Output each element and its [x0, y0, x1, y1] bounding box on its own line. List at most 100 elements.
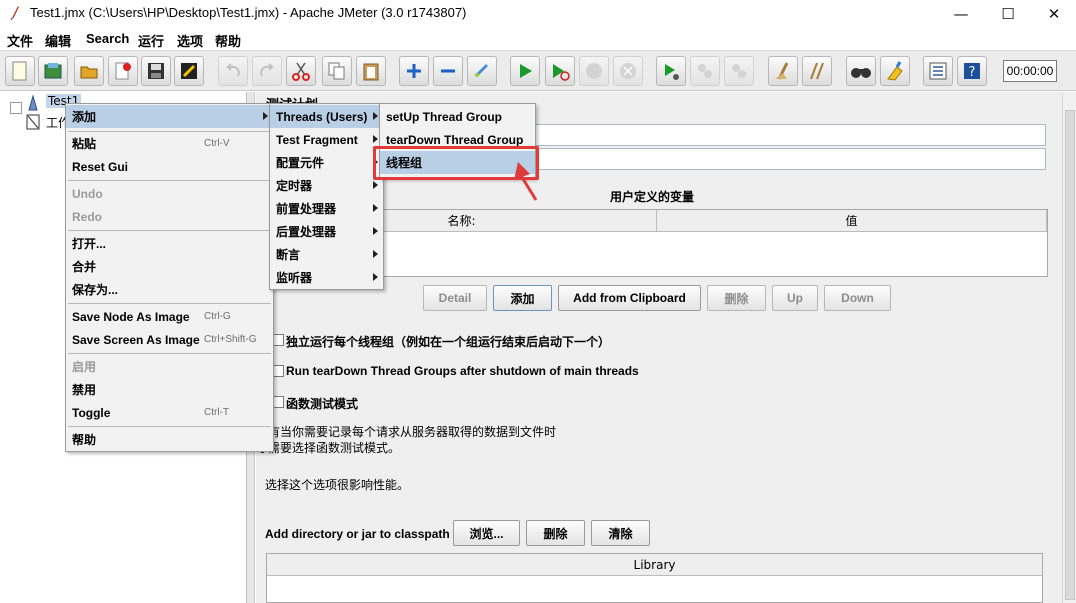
- chevron-right-icon: [373, 112, 378, 120]
- menu-item-merge[interactable]: 合并: [66, 255, 273, 278]
- menu-item-disable[interactable]: 禁用: [66, 378, 273, 401]
- submenu-item-assertion-label: 断言: [276, 248, 301, 262]
- submenu-item-threads-label: Threads (Users): [276, 109, 368, 124]
- toggle-button[interactable]: [467, 56, 497, 86]
- close-file-button[interactable]: [108, 56, 138, 86]
- submenu-item-assertion[interactable]: 断言: [270, 243, 383, 266]
- classpath-delete-button[interactable]: 删除: [526, 520, 585, 546]
- submenu-item-test-fragment-label: Test Fragment: [276, 132, 358, 147]
- scrollbar-thumb[interactable]: [1065, 110, 1075, 600]
- menu-item-open[interactable]: 打开...: [66, 232, 273, 255]
- open-button[interactable]: [74, 56, 104, 86]
- up-button[interactable]: Up: [772, 285, 818, 311]
- menu-item-undo[interactable]: Undo: [66, 182, 273, 205]
- start-no-pause-button[interactable]: [545, 56, 575, 86]
- menu-item-save-as[interactable]: 保存为...: [66, 278, 273, 301]
- chevron-right-icon: [263, 112, 268, 120]
- help-button[interactable]: ?: [957, 56, 987, 86]
- expand-icon: [407, 64, 421, 78]
- expand-all-button[interactable]: [399, 56, 429, 86]
- menu-item-reset-gui[interactable]: Reset Gui: [66, 155, 273, 178]
- submenu-item-preprocessor[interactable]: 前置处理器: [270, 197, 383, 220]
- menu-item-save-screen-image[interactable]: Save Screen As Image Ctrl+Shift-G: [66, 328, 273, 351]
- shortcut-label: Ctrl-G: [204, 311, 231, 322]
- submenu-item-setup-thread-group[interactable]: setUp Thread Group: [380, 105, 535, 128]
- menu-item-toggle-label: Toggle: [72, 405, 111, 420]
- menu-options[interactable]: 选项: [177, 31, 203, 50]
- menu-run[interactable]: 运行: [138, 31, 164, 50]
- delete-row-button[interactable]: 删除: [707, 285, 766, 311]
- menu-file[interactable]: 文件: [7, 31, 33, 50]
- menu-item-save-node-image[interactable]: Save Node As Image Ctrl-G: [66, 305, 273, 328]
- chevron-right-icon: [373, 273, 378, 281]
- submenu-item-config-element[interactable]: 配置元件: [270, 151, 383, 174]
- submenu-item-listener[interactable]: 监听器: [270, 266, 383, 289]
- save-as-image-button[interactable]: [174, 56, 204, 86]
- undo-button[interactable]: [218, 56, 248, 86]
- vertical-scrollbar[interactable]: [1062, 92, 1076, 603]
- col-header-library[interactable]: Library: [267, 554, 1042, 576]
- help-icon: ?: [964, 63, 980, 80]
- submenu-item-timer[interactable]: 定时器: [270, 174, 383, 197]
- new-button[interactable]: [5, 56, 35, 86]
- submenu-item-threads[interactable]: Threads (Users): [270, 105, 383, 128]
- submenu-item-test-fragment[interactable]: Test Fragment: [270, 128, 383, 151]
- browse-button[interactable]: 浏览...: [453, 520, 520, 546]
- clear-all-button[interactable]: [802, 56, 832, 86]
- close-window-button[interactable]: ✕: [1031, 0, 1076, 27]
- function-helper-button[interactable]: [923, 56, 953, 86]
- test-plan-icon: [28, 95, 38, 111]
- classpath-clear-button[interactable]: 清除: [591, 520, 650, 546]
- add-button[interactable]: 添加: [493, 285, 552, 311]
- functional-note-3: 选择这个选项很影响性能。: [265, 478, 410, 492]
- menu-item-paste[interactable]: 粘贴 Ctrl-V: [66, 132, 273, 155]
- menu-item-add[interactable]: 添加: [66, 105, 273, 128]
- maximize-button[interactable]: ☐: [985, 0, 1031, 27]
- menu-item-redo[interactable]: Redo: [66, 205, 273, 228]
- stop-button[interactable]: [579, 56, 609, 86]
- copy-button[interactable]: [322, 56, 352, 86]
- submenu-item-postprocessor[interactable]: 后置处理器: [270, 220, 383, 243]
- submenu-item-postprocessor-label: 后置处理器: [276, 225, 337, 239]
- menu-item-help[interactable]: 帮助: [66, 428, 273, 451]
- user-vars-title: 用户定义的变量: [610, 190, 695, 204]
- undo-icon: [225, 63, 240, 77]
- menu-bar: 文件 编辑 Search 运行 选项 帮助: [0, 27, 1076, 51]
- search-button[interactable]: [846, 56, 876, 86]
- menu-help[interactable]: 帮助: [215, 31, 241, 50]
- remote-shutdown-icon: [732, 64, 746, 78]
- redo-button[interactable]: [252, 56, 282, 86]
- tree-expander[interactable]: [10, 102, 22, 114]
- detail-button[interactable]: Detail: [423, 285, 487, 311]
- maximize-icon: ☐: [1001, 4, 1015, 23]
- down-button[interactable]: Down: [824, 285, 891, 311]
- paste-button[interactable]: [356, 56, 386, 86]
- save-button[interactable]: [141, 56, 171, 86]
- menu-item-save-screen-image-label: Save Screen As Image: [72, 332, 200, 347]
- elapsed-timer: 00:00:00: [1003, 60, 1057, 82]
- shutdown-button[interactable]: [613, 56, 643, 86]
- close-icon: ✕: [1047, 4, 1061, 23]
- menu-item-enable[interactable]: 启用: [66, 355, 273, 378]
- submenu-item-preprocessor-label: 前置处理器: [276, 202, 337, 216]
- remote-start-button[interactable]: [656, 56, 686, 86]
- reset-search-button[interactable]: [880, 56, 910, 86]
- remote-shutdown-button[interactable]: [724, 56, 754, 86]
- menu-item-toggle[interactable]: Toggle Ctrl-T: [66, 401, 273, 424]
- add-submenu: Threads (Users) Test Fragment 配置元件 定时器 前…: [269, 103, 384, 290]
- open-icon: [80, 66, 98, 79]
- clear-button[interactable]: [768, 56, 798, 86]
- start-button[interactable]: [510, 56, 540, 86]
- menu-search[interactable]: Search: [86, 31, 129, 46]
- menu-item-paste-label: 粘贴: [72, 137, 97, 151]
- menu-edit[interactable]: 编辑: [45, 31, 71, 50]
- templates-button[interactable]: [38, 56, 68, 86]
- cut-button[interactable]: [286, 56, 316, 86]
- minimize-button[interactable]: —: [938, 0, 984, 27]
- add-from-clipboard-button[interactable]: Add from Clipboard: [558, 285, 701, 311]
- library-table[interactable]: Library: [266, 553, 1043, 603]
- svg-text:?: ?: [969, 65, 976, 80]
- col-header-value[interactable]: 值: [657, 210, 1047, 232]
- collapse-all-button[interactable]: [433, 56, 463, 86]
- remote-stop-button[interactable]: [690, 56, 720, 86]
